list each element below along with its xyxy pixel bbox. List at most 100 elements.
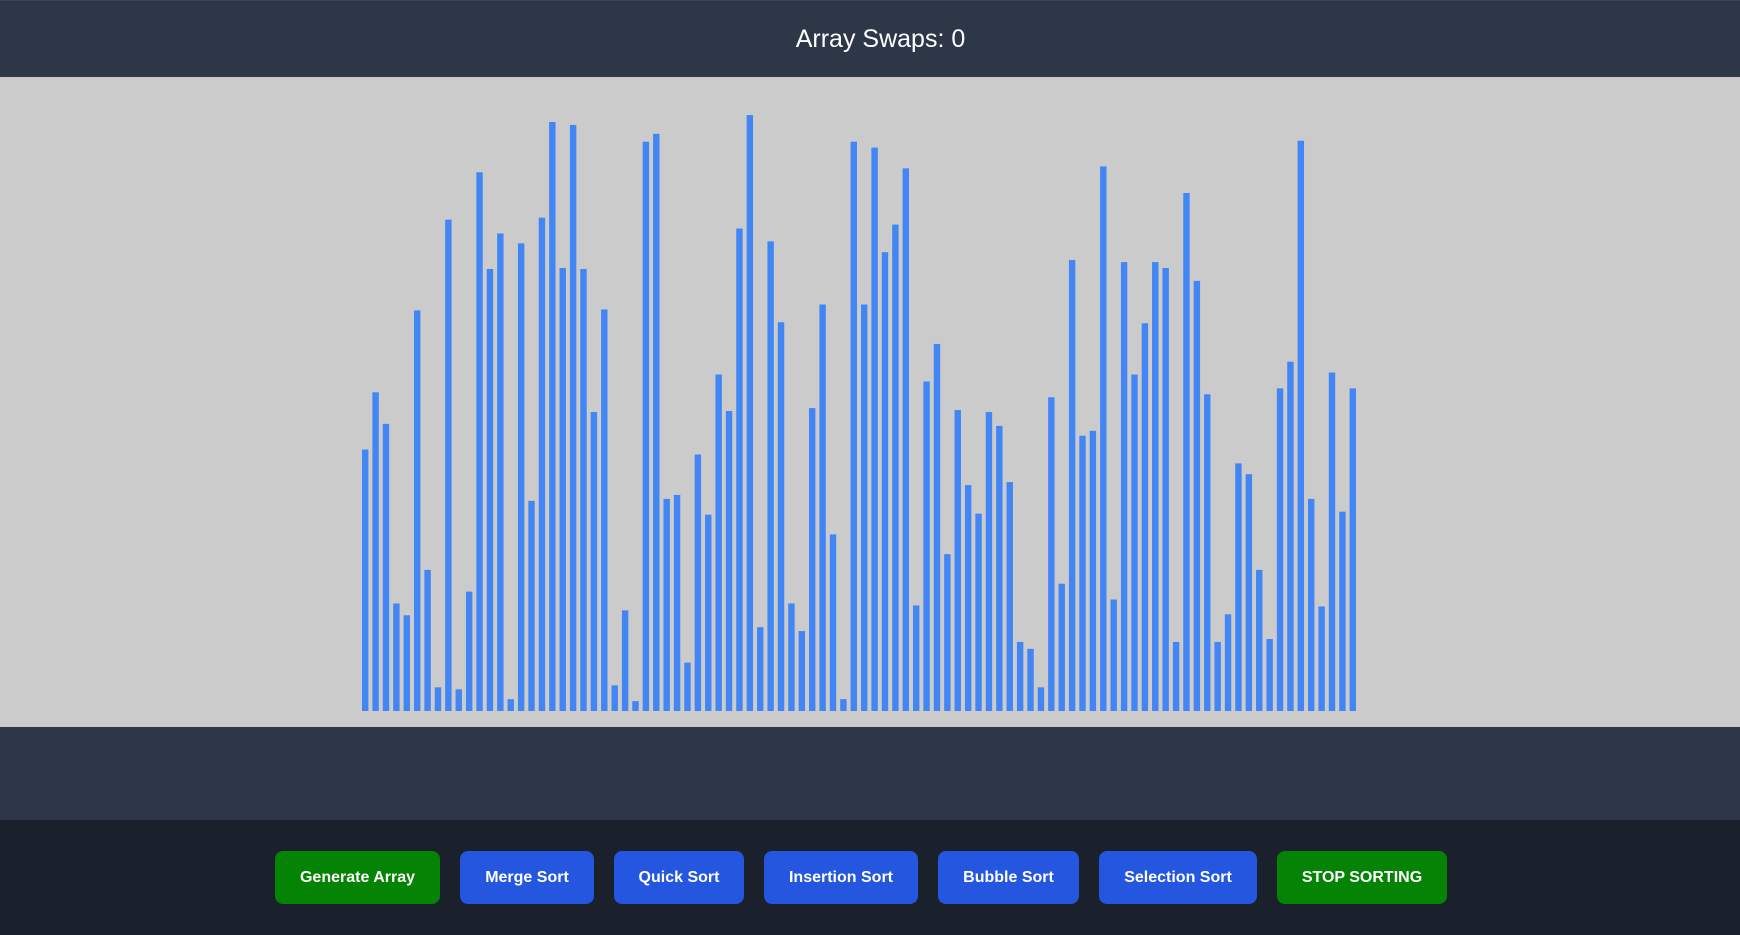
array-bar [673,494,681,711]
array-swaps-label: Array Swaps: [795,24,945,53]
array-bar [1235,463,1242,711]
array-bar [923,381,930,711]
array-bar [736,228,743,711]
array-swaps-counter: Array Swaps: 0 [796,25,966,54]
array-bar [1141,323,1149,711]
array-bar [902,168,909,711]
stop-sorting-button[interactable]: STOP SORTING [1277,851,1447,904]
array-visualizer [0,77,1740,727]
array-bar [1016,641,1024,711]
array-bar [1110,599,1117,711]
array-bar [1068,260,1076,711]
array-bar [1079,435,1086,711]
array-bar [601,309,608,711]
array-bar [819,304,826,711]
array-bar [767,241,774,711]
array-bar [1037,687,1045,711]
array-bar [580,268,587,711]
array-bar [1058,583,1065,711]
array-bar [1027,648,1034,711]
array-bar [1100,166,1107,712]
array-bar [569,124,577,712]
array-bar [1297,140,1305,712]
array-bar [1266,638,1273,711]
array-bar [517,243,525,711]
array-bar [850,141,857,711]
array-bar [996,425,1003,711]
array-bar [715,374,722,711]
array-bar [840,699,847,711]
array-bar [777,322,785,711]
selection-sort-button[interactable]: Selection Sort [1099,851,1257,904]
array-bar [705,514,712,711]
array-swaps-value: 0 [951,24,966,53]
array-bar [1349,388,1356,711]
array-bar [382,423,390,711]
array-bar [621,610,629,711]
array-bar [1204,394,1211,711]
array-bar [725,411,733,711]
array-bar [476,172,483,711]
array-bar [590,412,598,711]
array-bar [1172,641,1180,711]
array-bar [372,392,379,711]
array-bar [1276,388,1284,711]
array-bar [559,267,566,711]
array-bar [746,115,754,712]
array-bar [465,591,473,711]
array-bar [1006,482,1013,711]
array-bar [871,147,878,712]
array-bar [912,605,920,711]
insertion-sort-button[interactable]: Insertion Sort [764,851,918,904]
generate-array-button[interactable]: Generate Array [275,851,440,904]
array-bar [424,569,431,711]
array-bar [1308,498,1315,711]
array-bar [1318,606,1325,711]
array-bar [881,252,889,711]
array-bar [1120,262,1128,711]
array-bar [944,554,951,711]
array-bar [1256,569,1263,711]
array-bar [611,685,618,711]
bubble-sort-button[interactable]: Bubble Sort [938,851,1079,904]
array-bar [507,699,514,711]
array-bar [1183,193,1190,711]
array-bar [455,689,462,711]
spacer-band [0,727,1740,820]
array-bar [663,498,670,711]
array-bar [985,412,993,711]
array-bar [788,603,795,711]
array-bar [1152,262,1159,711]
array-bar [1193,280,1201,711]
array-bar [684,662,691,711]
array-bar [1131,374,1138,711]
array-bar [892,224,899,711]
array-bar [1245,474,1253,711]
array-bar [393,603,400,711]
array-bar [497,233,504,711]
array-bars-chart [362,115,1356,712]
merge-sort-button[interactable]: Merge Sort [460,851,594,904]
array-bar [1339,511,1346,711]
array-bar [829,534,837,711]
array-bar [1328,372,1336,711]
array-bar [809,408,816,711]
array-bar [653,133,660,712]
array-bar [549,121,556,711]
array-bar [362,449,369,711]
header-bar: Array Swaps: 0 [0,0,1740,77]
array-bar [1089,430,1097,711]
array-bar [403,615,410,711]
array-bar [1214,641,1221,711]
array-bar [1162,267,1169,711]
array-bar [538,217,546,712]
array-bar [413,310,421,711]
array-bar [1048,397,1055,711]
quick-sort-button[interactable]: Quick Sort [614,851,744,904]
controls-bar: Generate Array Merge Sort Quick Sort Ins… [0,820,1740,935]
array-bar [1287,361,1294,711]
array-bar [642,141,650,711]
array-bar [632,701,639,711]
array-bar [861,304,868,711]
array-bar [528,500,535,711]
